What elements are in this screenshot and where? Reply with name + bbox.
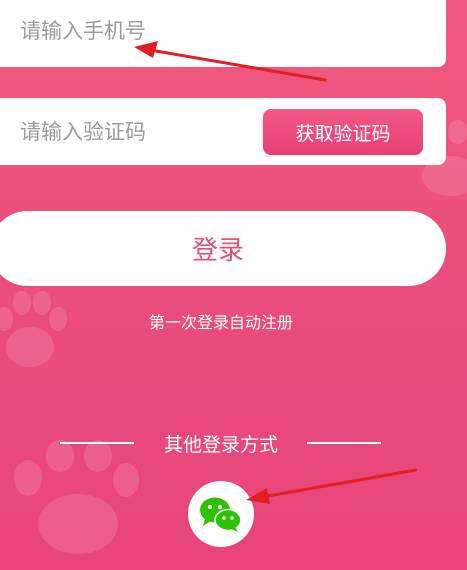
phone-field [0, 0, 446, 67]
verification-code-field: 获取验证码 [0, 98, 446, 165]
divider-line-left [60, 442, 134, 444]
get-code-button[interactable]: 获取验证码 [263, 109, 423, 155]
other-login-label: 其他登录方式 [163, 434, 278, 456]
auto-register-hint: 第一次登录自动注册 [148, 313, 293, 332]
wechat-icon [200, 497, 242, 532]
annotation-arrow-wechat [246, 468, 418, 504]
wechat-login-button[interactable] [188, 481, 254, 547]
phone-input[interactable] [20, 0, 290, 67]
divider-line-right [307, 442, 381, 444]
other-login-divider: 其他登录方式 [0, 430, 442, 460]
verification-code-input[interactable] [20, 98, 290, 165]
login-button[interactable]: 登录 [0, 211, 446, 286]
